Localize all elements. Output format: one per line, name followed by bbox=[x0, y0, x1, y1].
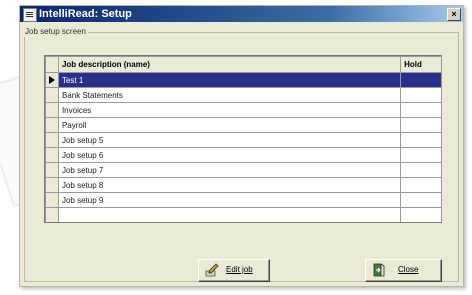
hold-cell[interactable] bbox=[400, 162, 442, 178]
job-name-cell[interactable]: Payroll bbox=[57, 117, 402, 133]
table-row[interactable]: Invoices bbox=[45, 102, 442, 118]
close-label: Close bbox=[398, 265, 419, 274]
row-indicator bbox=[45, 87, 59, 103]
edit-job-button[interactable]: Edit job bbox=[198, 259, 270, 282]
row-indicator bbox=[45, 72, 59, 88]
job-name-cell[interactable]: Job setup 7 bbox=[57, 162, 402, 178]
row-indicator bbox=[45, 147, 59, 163]
row-indicator bbox=[45, 207, 59, 222]
row-indicator bbox=[45, 117, 59, 133]
job-name-cell[interactable]: Test 1 bbox=[57, 72, 402, 88]
job-name-cell[interactable]: Job setup 5 bbox=[57, 132, 402, 148]
title-bar[interactable]: IntelliRead: Setup × bbox=[20, 6, 463, 22]
table-row[interactable]: Job setup 9 bbox=[45, 192, 442, 208]
hold-cell[interactable] bbox=[400, 192, 442, 208]
hold-cell[interactable] bbox=[400, 117, 442, 133]
group-label: Job setup screen bbox=[23, 27, 88, 37]
hold-cell[interactable] bbox=[400, 87, 442, 103]
job-name-cell[interactable]: Bank Statements bbox=[57, 87, 402, 103]
hold-cell[interactable] bbox=[400, 147, 442, 163]
table-row[interactable]: Job setup 7 bbox=[45, 162, 442, 178]
window-title: IntelliRead: Setup bbox=[39, 8, 132, 20]
table-row[interactable]: Job setup 6 bbox=[45, 147, 442, 163]
current-row-arrow-icon bbox=[48, 76, 55, 85]
row-indicator bbox=[45, 192, 59, 208]
column-header-description[interactable]: Job description (name) bbox=[57, 56, 402, 73]
table-row[interactable]: Job setup 8 bbox=[45, 177, 442, 193]
table-row[interactable]: Test 1 bbox=[45, 72, 442, 88]
app-document-icon bbox=[23, 8, 37, 22]
hold-cell[interactable] bbox=[400, 102, 442, 118]
job-name-cell[interactable]: Invoices bbox=[57, 102, 402, 118]
row-indicator bbox=[45, 162, 59, 178]
hold-cell[interactable] bbox=[400, 132, 442, 148]
window-close-button[interactable]: × bbox=[447, 8, 461, 21]
table-row[interactable]: Payroll bbox=[45, 117, 442, 133]
table-row[interactable]: Bank Statements bbox=[45, 87, 442, 103]
grid-header-row: Job description (name) Hold bbox=[45, 56, 442, 73]
exit-door-icon bbox=[372, 263, 386, 277]
row-indicator bbox=[45, 177, 59, 193]
close-button[interactable]: Close bbox=[365, 259, 442, 282]
table-row[interactable]: Job setup 5 bbox=[45, 132, 442, 148]
hold-cell[interactable] bbox=[400, 177, 442, 193]
job-name-cell[interactable]: Job setup 9 bbox=[57, 192, 402, 208]
hold-cell[interactable] bbox=[400, 207, 442, 222]
job-name-cell[interactable] bbox=[57, 207, 402, 222]
edit-pencil-icon bbox=[205, 263, 219, 277]
job-name-cell[interactable]: Job setup 6 bbox=[57, 147, 402, 163]
hold-cell[interactable] bbox=[400, 72, 442, 88]
job-name-cell[interactable]: Job setup 8 bbox=[57, 177, 402, 193]
job-grid[interactable]: Job description (name) Hold Test 1 Bank … bbox=[44, 55, 442, 223]
row-indicator-header bbox=[45, 56, 59, 73]
row-indicator bbox=[45, 132, 59, 148]
edit-job-label: Edit job bbox=[226, 265, 253, 274]
column-header-hold[interactable]: Hold bbox=[400, 56, 442, 73]
row-indicator bbox=[45, 102, 59, 118]
table-row[interactable] bbox=[45, 207, 442, 222]
